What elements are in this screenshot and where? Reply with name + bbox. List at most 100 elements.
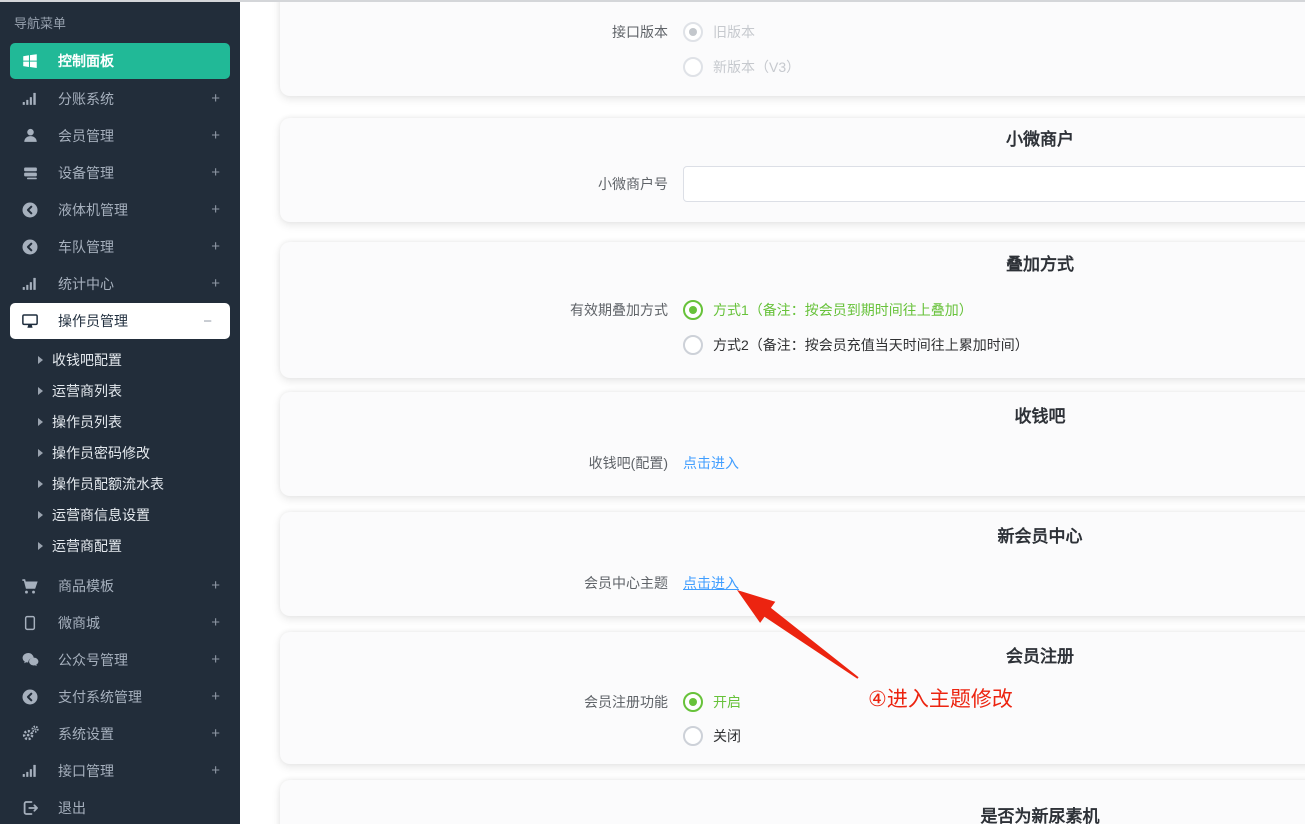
card-urea-machine: 是否为新尿素机 — [280, 780, 1305, 824]
sidebar: 导航菜单 控制面板 分账系统 + 会员管理 + 设备管理 — [0, 0, 240, 824]
expand-plus-icon[interactable]: + — [211, 90, 228, 107]
sidebar-item-label: 车队管理 — [58, 237, 211, 257]
sidebar-item-split-account[interactable]: 分账系统 + — [0, 80, 240, 117]
sidebar-item-logout[interactable]: 退出 — [0, 789, 240, 824]
submenu-item-operator-list[interactable]: 操作员列表 — [0, 406, 240, 437]
field-label: 收钱吧(配置) — [280, 453, 668, 473]
sidebar-item-payment-system-mgmt[interactable]: 支付系统管理 + — [0, 678, 240, 715]
submenu-item-operator-list2[interactable]: 运营商列表 — [0, 375, 240, 406]
chart-bars-icon — [20, 89, 40, 109]
sidebar-item-label: 系统设置 — [58, 724, 211, 744]
micro-merchant-id-input[interactable] — [683, 166, 1305, 202]
sidebar-item-label: 支付系统管理 — [58, 687, 211, 707]
logout-icon — [20, 798, 40, 818]
radio-new-version-v3[interactable] — [683, 57, 703, 77]
submenu-item-label: 操作员列表 — [52, 412, 122, 432]
sidebar-item-operator-mgmt[interactable]: 操作员管理 − — [10, 303, 230, 339]
sidebar-item-device-mgmt[interactable]: 设备管理 + — [0, 154, 240, 191]
radio-register-on[interactable] — [683, 692, 703, 712]
sidebar-item-label: 控制面板 — [58, 51, 220, 71]
sidebar-item-product-template[interactable]: 商品模板 + — [0, 567, 240, 604]
sidebar-item-interface-mgmt[interactable]: 接口管理 + — [0, 752, 240, 789]
submenu-item-label: 操作员密码修改 — [52, 443, 150, 463]
expand-plus-icon[interactable]: + — [211, 725, 228, 742]
radio-label: 新版本（V3） — [713, 57, 800, 77]
sidebar-item-label: 会员管理 — [58, 126, 211, 146]
expand-plus-icon[interactable]: + — [211, 275, 228, 292]
submenu-item-quota-flow[interactable]: 操作员配额流水表 — [0, 468, 240, 499]
submenu-item-operator-password[interactable]: 操作员密码修改 — [0, 437, 240, 468]
top-divider — [0, 0, 1305, 2]
expand-plus-icon[interactable]: + — [211, 688, 228, 705]
card-micro-merchant: 小微商户 小微商户号 — [280, 118, 1305, 222]
windows-icon — [20, 51, 40, 71]
card-title: 叠加方式 — [280, 252, 1305, 278]
expand-plus-icon[interactable]: + — [211, 238, 228, 255]
submenu-item-carrier-config[interactable]: 运营商配置 — [0, 530, 240, 561]
monitor-icon — [20, 311, 40, 331]
field-label: 小微商户号 — [280, 174, 668, 194]
sidebar-item-member-mgmt[interactable]: 会员管理 + — [0, 117, 240, 154]
phone-icon — [20, 613, 40, 633]
card-title: 新会员中心 — [280, 524, 1305, 550]
sidebar-item-official-account-mgmt[interactable]: 公众号管理 + — [0, 641, 240, 678]
admin-page: 导航菜单 控制面板 分账系统 + 会员管理 + 设备管理 — [0, 0, 1305, 824]
submenu-item-carrier-info[interactable]: 运营商信息设置 — [0, 499, 240, 530]
expand-plus-icon[interactable]: + — [211, 651, 228, 668]
submenu-item-label: 运营商信息设置 — [52, 505, 150, 525]
sidebar-item-label: 设备管理 — [58, 163, 211, 183]
chart-bars-icon — [20, 274, 40, 294]
caret-right-icon — [38, 387, 43, 395]
wechat-icon — [20, 650, 40, 670]
chart-bars-icon — [20, 761, 40, 781]
sidebar-item-label: 分账系统 — [58, 89, 211, 109]
collapse-minus-icon[interactable]: − — [203, 313, 220, 330]
sidebar-item-label: 液体机管理 — [58, 200, 211, 220]
sidebar-item-fleet-mgmt[interactable]: 车队管理 + — [0, 228, 240, 265]
caret-right-icon — [38, 449, 43, 457]
sidebar-item-stats-center[interactable]: 统计中心 + — [0, 265, 240, 302]
sidebar-item-label: 退出 — [58, 798, 228, 818]
caret-right-icon — [38, 511, 43, 519]
submenu-item-label: 收钱吧配置 — [52, 350, 122, 370]
card-interface-version: 接口版本 旧版本 新版本（V3） — [280, 0, 1305, 96]
expand-plus-icon[interactable]: + — [211, 577, 228, 594]
sidebar-item-label: 操作员管理 — [58, 311, 203, 331]
expand-plus-icon[interactable]: + — [211, 127, 228, 144]
sidebar-item-micro-mall[interactable]: 微商城 + — [0, 604, 240, 641]
sidebar-item-label: 商品模板 — [58, 576, 211, 596]
radio-mode-1[interactable] — [683, 300, 703, 320]
sidebar-item-label: 统计中心 — [58, 274, 211, 294]
sidebar-item-control-panel[interactable]: 控制面板 — [10, 43, 230, 79]
radio-label: 方式2（备注：按会员充值当天时间往上累加时间） — [713, 335, 1029, 355]
gears-icon — [20, 724, 40, 744]
radio-label: 旧版本 — [713, 22, 755, 42]
field-label: 会员中心主题 — [280, 573, 668, 593]
list-icon — [20, 163, 40, 183]
field-label: 会员注册功能 — [280, 692, 668, 712]
shouqianba-enter-link[interactable]: 点击进入 — [683, 453, 739, 473]
card-new-member-center: 新会员中心 会员中心主题 点击进入 — [280, 512, 1305, 616]
cart-icon — [20, 576, 40, 596]
circle-chevron-left-icon — [20, 237, 40, 257]
sidebar-item-liquid-machine-mgmt[interactable]: 液体机管理 + — [0, 191, 240, 228]
submenu-item-label: 运营商配置 — [52, 536, 122, 556]
main-content: 接口版本 旧版本 新版本（V3） 小微商户 小微商户号 — [240, 0, 1305, 824]
operator-mgmt-submenu: 收钱吧配置 运营商列表 操作员列表 操作员密码修改 操作员配额流水表 运营商信息… — [0, 340, 240, 567]
sidebar-item-label: 公众号管理 — [58, 650, 211, 670]
expand-plus-icon[interactable]: + — [211, 201, 228, 218]
radio-mode-2[interactable] — [683, 335, 703, 355]
radio-register-off[interactable] — [683, 726, 703, 746]
annotation-text: ④进入主题修改 — [868, 683, 1013, 713]
caret-right-icon — [38, 480, 43, 488]
submenu-item-shouqianba-config[interactable]: 收钱吧配置 — [0, 344, 240, 375]
caret-right-icon — [38, 356, 43, 364]
card-title: 会员注册 — [280, 644, 1305, 670]
expand-plus-icon[interactable]: + — [211, 614, 228, 631]
sidebar-item-system-settings[interactable]: 系统设置 + — [0, 715, 240, 752]
field-label: 有效期叠加方式 — [280, 300, 668, 320]
expand-plus-icon[interactable]: + — [211, 164, 228, 181]
member-center-theme-enter-link[interactable]: 点击进入 — [683, 573, 739, 593]
expand-plus-icon[interactable]: + — [211, 762, 228, 779]
radio-old-version[interactable] — [683, 22, 703, 42]
